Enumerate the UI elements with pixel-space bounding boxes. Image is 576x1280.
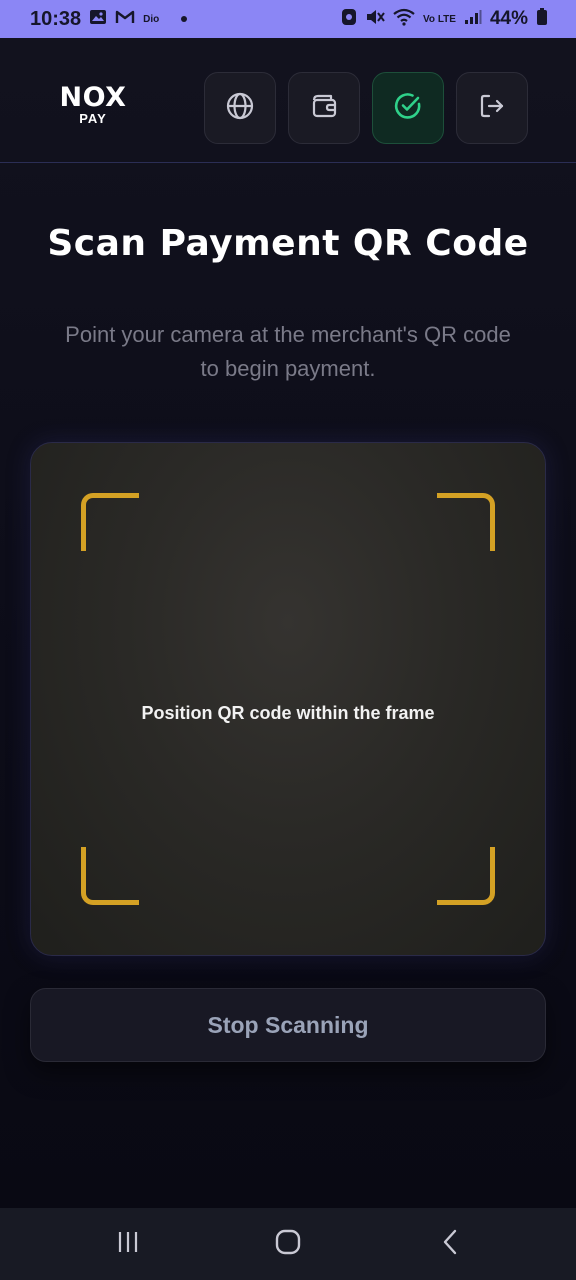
battery-percent: 44%: [489, 8, 528, 29]
logo-text: NOX: [59, 82, 127, 113]
gallery-icon: [89, 9, 107, 30]
home-button[interactable]: [268, 1226, 308, 1262]
logo-subtext: PAY: [79, 111, 107, 126]
scan-hint-text: Position QR code within the frame: [141, 703, 435, 723]
scan-check-button[interactable]: [372, 72, 444, 144]
globe-icon: [225, 91, 255, 126]
page-title: Scan Payment QR Code: [47, 223, 529, 264]
wifi-icon: [393, 8, 415, 31]
lock-app-icon: [341, 8, 357, 31]
status-bar-right: Vo LTE 44%: [341, 7, 548, 31]
page-subtitle: Point your camera at the merchant's QR c…: [65, 322, 511, 381]
app-screen: NOX PAY Scan Payment QR Code Point your …: [0, 38, 576, 1208]
battery-icon: [536, 7, 548, 31]
qr-scanner-viewport[interactable]: Position QR code within the frame: [30, 442, 546, 956]
stop-scanning-button[interactable]: Stop Scanning: [30, 988, 546, 1062]
status-time: 10:38: [30, 7, 82, 30]
scan-frame-corner-top-left: [81, 493, 139, 551]
scan-frame-corner-bottom-left: [81, 847, 139, 905]
wallet-button[interactable]: [288, 72, 360, 144]
nox-pay-logo[interactable]: NOX PAY: [56, 84, 130, 126]
home-icon: [275, 1229, 301, 1260]
signal-icon: [464, 9, 482, 30]
back-icon: [440, 1229, 460, 1260]
system-nav-bar: [0, 1208, 576, 1280]
recent-apps-icon: [116, 1230, 140, 1259]
gmail-icon: [115, 9, 135, 30]
scan-frame-corner-bottom-right: [437, 847, 495, 905]
globe-button[interactable]: [204, 72, 276, 144]
back-button[interactable]: [430, 1226, 470, 1262]
status-bar-left: 10:38 Dio: [30, 7, 188, 31]
logout-icon: [477, 91, 507, 126]
status-bar: 10:38 Dio Vo LTE 44%: [0, 0, 576, 38]
recent-apps-button[interactable]: [108, 1226, 148, 1262]
app-header: NOX PAY: [0, 38, 576, 163]
logout-button[interactable]: [456, 72, 528, 144]
mute-icon: [365, 8, 385, 31]
check-circle-icon: [393, 91, 423, 126]
wallet-icon: [309, 91, 339, 126]
scan-frame-corner-top-right: [437, 493, 495, 551]
network-label: Vo LTE: [423, 13, 456, 25]
notification-dot-icon: [181, 16, 188, 22]
carrier-label: Dio: [143, 13, 160, 25]
